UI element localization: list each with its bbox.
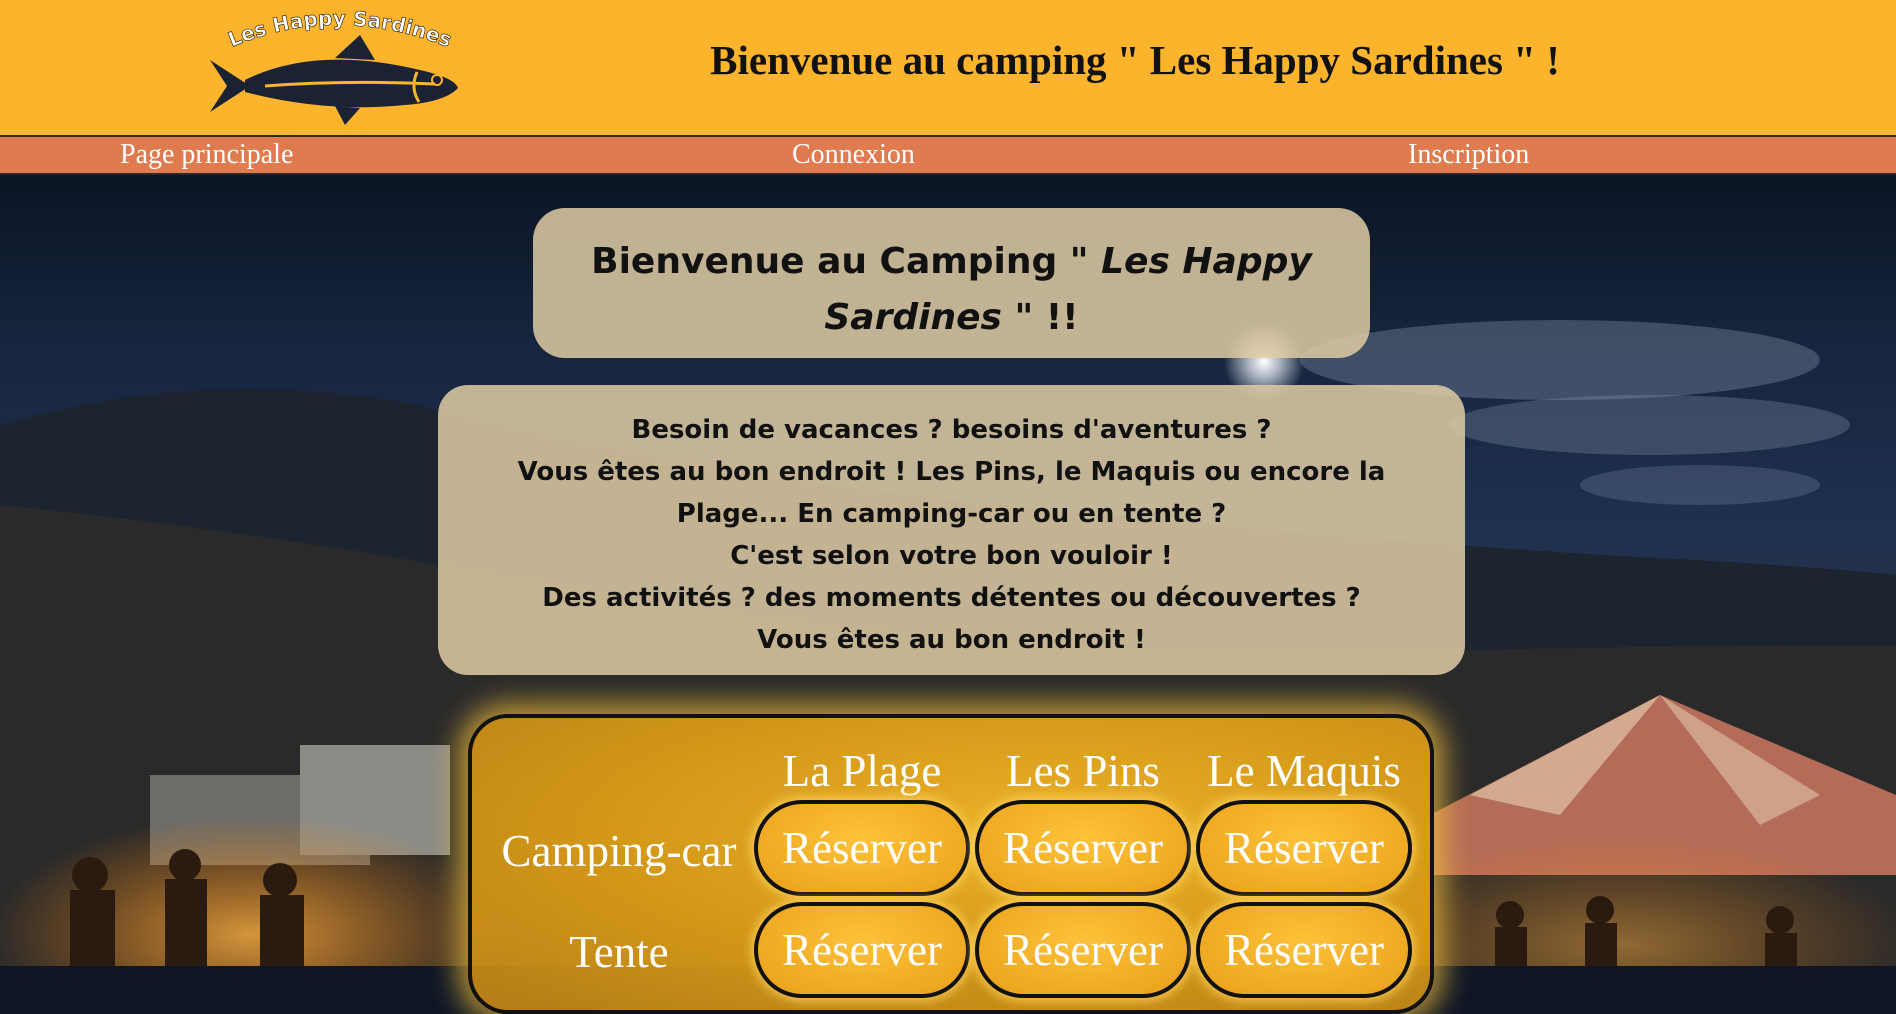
description-line: Vous êtes au bon endroit ! Les Pins, le …	[517, 457, 1386, 487]
reserve-button-camping-car-pins[interactable]: Réserver	[975, 800, 1191, 896]
welcome-prefix: Bienvenue au Camping "	[591, 241, 1102, 282]
logo-text: Les Happy Sardines	[224, 10, 455, 52]
header-title: Bienvenue au camping " Les Happy Sardine…	[710, 37, 1560, 83]
reserve-button-tente-maquis[interactable]: Réserver	[1196, 902, 1412, 998]
nav-link-signup[interactable]: Inscription	[1408, 139, 1529, 171]
column-header-maquis: Le Maquis	[1207, 746, 1401, 796]
description-line: Vous êtes au bon endroit !	[757, 625, 1146, 655]
column-header-plage: La Plage	[782, 746, 942, 796]
reserve-button-camping-car-plage[interactable]: Réserver	[754, 800, 970, 896]
welcome-name-line2: Sardines	[824, 297, 1002, 338]
column-header-pins: Les Pins	[1006, 746, 1160, 796]
logo-fish-icon: Les Happy Sardines	[210, 10, 458, 125]
nav-link-login[interactable]: Connexion	[792, 139, 915, 171]
description-line: Plage... En camping-car ou en tente ?	[676, 499, 1227, 529]
description-line: Des activités ? des moments détentes ou …	[542, 583, 1361, 613]
reservation-table: La Plage Les Pins Le Maquis Camping-car …	[468, 714, 1434, 1014]
welcome-panel: Bienvenue au Camping " Les Happy Sardine…	[533, 208, 1370, 358]
description-panel: Besoin de vacances ? besoins d'aventures…	[438, 385, 1465, 675]
nav-link-home[interactable]: Page principale	[120, 139, 293, 171]
welcome-name-line1: Les Happy	[1101, 241, 1312, 282]
row-header-tente: Tente	[569, 927, 669, 977]
reserve-button-tente-plage[interactable]: Réserver	[754, 902, 970, 998]
reserve-button-tente-pins[interactable]: Réserver	[975, 902, 1191, 998]
main-nav: Page principale Connexion Inscription	[0, 137, 1896, 175]
welcome-suffix: " !!	[1001, 297, 1079, 338]
reserve-button-camping-car-maquis[interactable]: Réserver	[1196, 800, 1412, 896]
description-line: Besoin de vacances ? besoins d'aventures…	[631, 415, 1272, 445]
row-header-camping-car: Camping-car	[501, 826, 737, 876]
svg-text:Les Happy Sardines: Les Happy Sardines	[225, 10, 456, 52]
site-header: Les Happy Sardines Bienvenue au camping …	[0, 0, 1896, 137]
description-line: C'est selon votre bon vouloir !	[730, 541, 1173, 571]
